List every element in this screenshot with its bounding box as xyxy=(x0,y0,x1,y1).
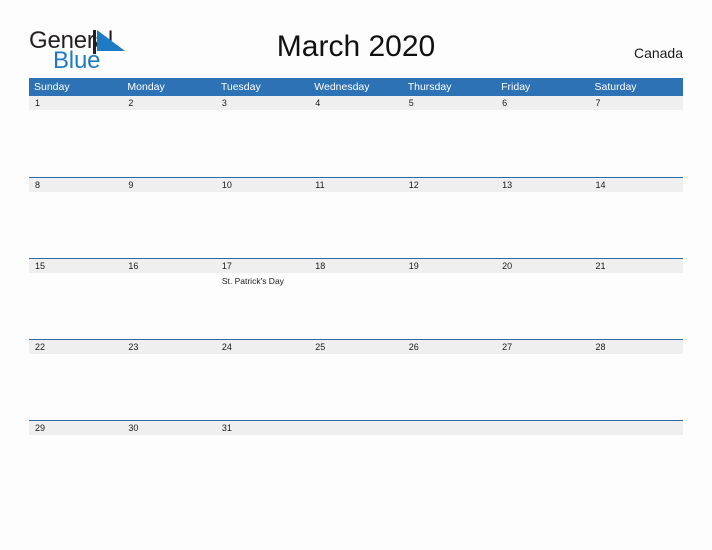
day-event[interactable] xyxy=(403,273,496,339)
day-event[interactable] xyxy=(309,192,402,258)
day-event[interactable] xyxy=(403,354,496,420)
day-event[interactable] xyxy=(29,435,122,501)
week-event-band xyxy=(29,192,683,258)
day-number[interactable]: 10 xyxy=(216,178,309,192)
day-event[interactable] xyxy=(29,192,122,258)
week-row: 8 9 10 11 12 13 14 xyxy=(29,177,683,258)
day-number-empty xyxy=(309,421,402,435)
weekday-tuesday: Tuesday xyxy=(220,81,261,93)
day-event-empty xyxy=(403,435,496,501)
day-event[interactable] xyxy=(309,110,402,176)
day-event[interactable] xyxy=(590,192,683,258)
day-number[interactable]: 9 xyxy=(122,178,215,192)
calendar-grid: Sunday Monday Tuesday Wednesday Thursday… xyxy=(29,78,683,501)
day-event[interactable] xyxy=(590,354,683,420)
day-number[interactable]: 19 xyxy=(403,259,496,273)
day-number[interactable]: 12 xyxy=(403,178,496,192)
weekday-thursday: Thursday xyxy=(407,81,452,93)
day-number[interactable]: 11 xyxy=(309,178,402,192)
week-row: 1 2 3 4 5 6 7 xyxy=(29,96,683,177)
day-number[interactable]: 18 xyxy=(309,259,402,273)
day-event[interactable] xyxy=(496,354,589,420)
day-number-empty xyxy=(590,421,683,435)
day-event[interactable] xyxy=(216,192,309,258)
week-row: 29 30 31 xyxy=(29,420,683,501)
day-event[interactable] xyxy=(122,435,215,501)
day-event[interactable] xyxy=(216,435,309,501)
day-event-st-patricks-day[interactable]: St. Patrick's Day xyxy=(216,273,309,339)
day-number[interactable]: 23 xyxy=(122,340,215,354)
day-number[interactable]: 20 xyxy=(496,259,589,273)
country-label: Canada xyxy=(633,45,683,61)
day-number[interactable]: 1 xyxy=(29,96,122,110)
day-number[interactable]: 27 xyxy=(496,340,589,354)
day-event-empty xyxy=(496,435,589,501)
week-date-band: 15 16 17 18 19 20 21 xyxy=(29,258,683,273)
weekday-saturday: Saturday xyxy=(594,81,637,93)
day-event[interactable] xyxy=(122,192,215,258)
day-event[interactable] xyxy=(403,110,496,176)
day-number-empty xyxy=(403,421,496,435)
day-event[interactable] xyxy=(216,110,309,176)
day-number[interactable]: 17 xyxy=(216,259,309,273)
week-event-band xyxy=(29,354,683,420)
day-number[interactable]: 16 xyxy=(122,259,215,273)
week-date-band: 22 23 24 25 26 27 28 xyxy=(29,339,683,354)
day-event-empty xyxy=(309,435,402,501)
day-event[interactable] xyxy=(29,273,122,339)
week-date-band: 29 30 31 xyxy=(29,420,683,435)
day-number[interactable]: 26 xyxy=(403,340,496,354)
day-event[interactable] xyxy=(122,110,215,176)
day-number[interactable]: 22 xyxy=(29,340,122,354)
day-number[interactable]: 30 xyxy=(122,421,215,435)
day-number[interactable]: 25 xyxy=(309,340,402,354)
day-event[interactable] xyxy=(403,192,496,258)
weekday-friday: Friday xyxy=(501,81,531,93)
day-number[interactable]: 6 xyxy=(496,96,589,110)
day-event[interactable] xyxy=(496,273,589,339)
day-number[interactable]: 8 xyxy=(29,178,122,192)
day-number[interactable]: 31 xyxy=(216,421,309,435)
week-event-band xyxy=(29,110,683,176)
day-event-empty xyxy=(590,435,683,501)
week-date-band: 8 9 10 11 12 13 14 xyxy=(29,177,683,192)
weekday-wednesday: Wednesday xyxy=(314,81,370,93)
day-number[interactable]: 24 xyxy=(216,340,309,354)
day-event[interactable] xyxy=(590,273,683,339)
day-number[interactable]: 5 xyxy=(403,96,496,110)
day-event[interactable] xyxy=(590,110,683,176)
day-event[interactable] xyxy=(29,110,122,176)
day-event[interactable] xyxy=(496,110,589,176)
day-number[interactable]: 28 xyxy=(590,340,683,354)
day-event[interactable] xyxy=(216,354,309,420)
day-number[interactable]: 4 xyxy=(309,96,402,110)
day-event[interactable] xyxy=(122,354,215,420)
weekday-header-row: Sunday Monday Tuesday Wednesday Thursday… xyxy=(29,78,683,96)
week-event-band: St. Patrick's Day xyxy=(29,273,683,339)
day-number[interactable]: 15 xyxy=(29,259,122,273)
weekday-sunday: Sunday xyxy=(34,81,70,93)
day-number[interactable]: 29 xyxy=(29,421,122,435)
day-number[interactable]: 2 xyxy=(122,96,215,110)
week-row: 15 16 17 18 19 20 21 St. Patrick's Day xyxy=(29,258,683,339)
day-event[interactable] xyxy=(496,192,589,258)
page-header: General Blue March 2020 Canada xyxy=(0,0,712,78)
day-event[interactable] xyxy=(309,354,402,420)
page-title: March 2020 xyxy=(276,30,436,63)
day-event[interactable] xyxy=(29,354,122,420)
week-event-band xyxy=(29,435,683,501)
day-number[interactable]: 21 xyxy=(590,259,683,273)
day-number[interactable]: 13 xyxy=(496,178,589,192)
day-event[interactable] xyxy=(122,273,215,339)
day-number[interactable]: 14 xyxy=(590,178,683,192)
day-number[interactable]: 3 xyxy=(216,96,309,110)
week-date-band: 1 2 3 4 5 6 7 xyxy=(29,96,683,110)
day-number-empty xyxy=(496,421,589,435)
day-event[interactable] xyxy=(309,273,402,339)
weekday-monday: Monday xyxy=(127,81,165,93)
day-number[interactable]: 7 xyxy=(590,96,683,110)
week-row: 22 23 24 25 26 27 28 xyxy=(29,339,683,420)
